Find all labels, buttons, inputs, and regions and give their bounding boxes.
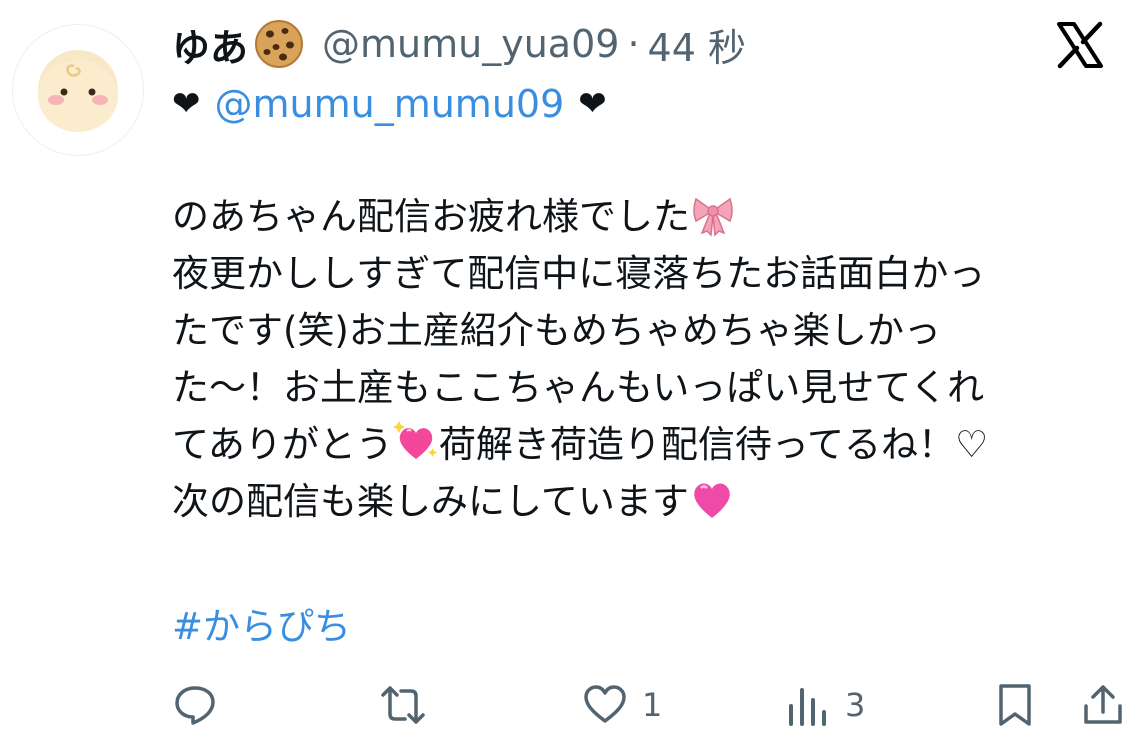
views-count: 3 bbox=[845, 686, 866, 724]
body-text-segment: てありがとう bbox=[172, 423, 393, 466]
cookie-emoji-icon bbox=[254, 19, 304, 69]
reply-icon bbox=[175, 686, 215, 725]
avatar[interactable] bbox=[12, 24, 144, 156]
tweet-header: ゆあ @mumu_yua09 · 44 秒 bbox=[172, 14, 746, 74]
bookmark-button[interactable] bbox=[992, 680, 1038, 730]
black-heart-icon: ❤ bbox=[172, 84, 201, 124]
body-line: た〜！お土産もここちゃんもいっぱい見せてくれ bbox=[172, 366, 985, 409]
share-button[interactable] bbox=[1080, 680, 1126, 730]
retweet-icon bbox=[381, 686, 425, 724]
ribbon-emoji-icon bbox=[690, 191, 736, 237]
user-handle[interactable]: @mumu_yua09 bbox=[322, 22, 619, 66]
mention-link[interactable]: @mumu_mumu09 bbox=[215, 82, 565, 126]
separator-dot: · bbox=[627, 22, 640, 66]
tweet-action-bar: 1 3 bbox=[0, 670, 1135, 740]
body-line: のあちゃん配信お疲れ様でした bbox=[172, 188, 1117, 245]
retweet-button[interactable] bbox=[380, 680, 440, 730]
avatar-face-icon bbox=[38, 50, 118, 132]
timestamp[interactable]: 44 秒 bbox=[648, 17, 746, 72]
reply-button[interactable] bbox=[172, 680, 232, 730]
like-count: 1 bbox=[642, 686, 663, 724]
hashtag-link[interactable]: #からぴち bbox=[172, 596, 351, 650]
body-text-segment: 荷解き荷造り配信待ってるね！♡ bbox=[438, 423, 989, 466]
views-chart-icon bbox=[789, 688, 826, 726]
body-text-segment: 次の配信も楽しみにしています bbox=[172, 480, 689, 523]
pink-heart-emoji-icon bbox=[689, 476, 735, 522]
tweet-body: のあちゃん配信お疲れ様でした 夜更かししすぎて配信中に寝落ちたお話面白かっ たで… bbox=[172, 188, 1117, 530]
views-button[interactable]: 3 bbox=[785, 680, 865, 730]
share-icon bbox=[1084, 685, 1122, 724]
sparkling-heart-emoji-icon bbox=[392, 419, 439, 465]
x-logo-icon[interactable] bbox=[1055, 20, 1105, 70]
display-name[interactable]: ゆあ bbox=[172, 17, 248, 72]
body-line: てありがとう 荷解き荷造り配信待ってるね！♡ bbox=[172, 416, 1117, 473]
body-line: 夜更かししすぎて配信中に寝落ちたお話面白かっ bbox=[172, 252, 986, 295]
bookmark-icon bbox=[999, 684, 1031, 726]
like-button[interactable]: 1 bbox=[582, 680, 662, 730]
body-text-segment: のあちゃん配信お疲れ様でした bbox=[172, 195, 690, 238]
heart-icon bbox=[584, 685, 626, 723]
black-heart-icon: ❤ bbox=[578, 84, 607, 124]
body-line: 次の配信も楽しみにしています bbox=[172, 473, 1117, 530]
mention-line: ❤ @mumu_mumu09 ❤ bbox=[172, 74, 607, 134]
body-line: たです(笑)お土産紹介もめちゃめちゃ楽しかっ bbox=[172, 309, 941, 352]
